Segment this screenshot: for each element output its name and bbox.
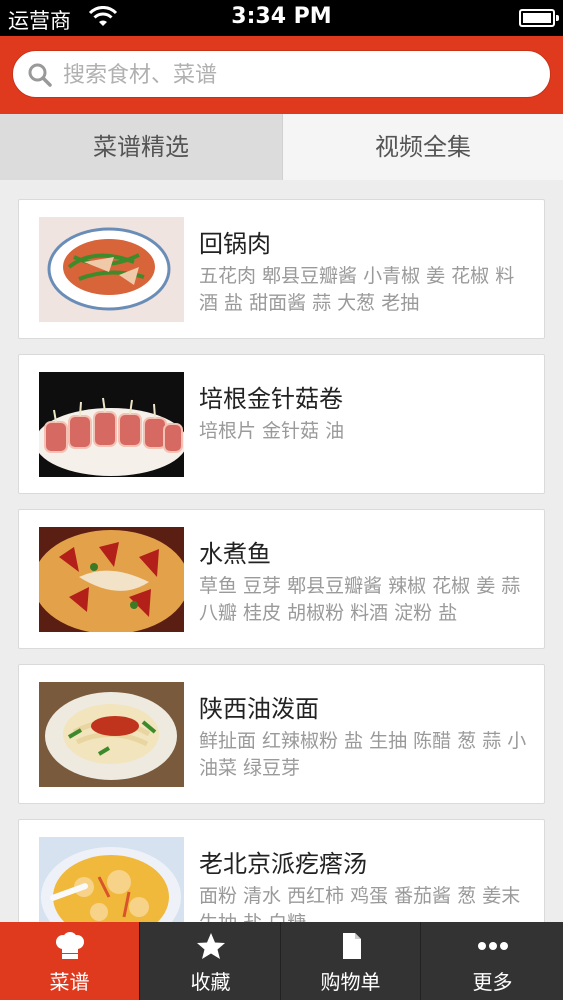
recipe-ingredients: 鲜扯面 红辣椒粉 盐 生抽 陈醋 葱 蒜 小油菜 绿豆芽 bbox=[199, 730, 527, 779]
tab-bar-more[interactable]: 更多 bbox=[422, 922, 563, 1000]
recipe-thumbnail bbox=[39, 527, 184, 632]
tab-bar-favorites[interactable]: 收藏 bbox=[141, 922, 281, 1000]
document-icon bbox=[342, 933, 361, 959]
recipe-card-bacon-enoki-rolls[interactable]: 培根金针菇卷 培根片 金针菇 油 bbox=[18, 354, 545, 494]
recipe-card-geda-soup[interactable]: 老北京派疙瘩汤 面粉 清水 西红柿 鸡蛋 番茄酱 葱 姜末 生抽 盐 白糖 bbox=[18, 819, 545, 922]
tab-bar-recipes[interactable]: 菜谱 bbox=[0, 922, 140, 1000]
more-dots-icon bbox=[477, 942, 508, 950]
recipe-ingredients: 面粉 清水 西红柿 鸡蛋 番茄酱 葱 姜末 生抽 盐 白糖 bbox=[199, 885, 521, 922]
recipe-list[interactable]: 回锅肉 五花肉 郫县豆瓣酱 小青椒 姜 花椒 料酒 盐 甜面酱 蒜 大葱 老抽 … bbox=[0, 181, 563, 922]
recipe-title: 水煮鱼 bbox=[199, 540, 271, 568]
recipe-card-shuizhuyu[interactable]: 水煮鱼 草鱼 豆芽 郫县豆瓣酱 辣椒 花椒 姜 蒜 八瓣 桂皮 胡椒粉 料酒 淀… bbox=[18, 509, 545, 649]
tab-bar-shopping-list[interactable]: 购物单 bbox=[281, 922, 421, 1000]
clock: 3:34 PM bbox=[231, 4, 332, 29]
bottom-tab-bar: 菜谱 收藏 购物单 更多 bbox=[0, 922, 563, 1000]
recipe-card-huiguorou[interactable]: 回锅肉 五花肉 郫县豆瓣酱 小青椒 姜 花椒 料酒 盐 甜面酱 蒜 大葱 老抽 bbox=[18, 199, 545, 339]
recipe-ingredients: 培根片 金针菇 油 bbox=[199, 420, 345, 442]
recipe-title: 老北京派疙瘩汤 bbox=[199, 850, 367, 878]
recipe-card-shaanxi-youpo-noodles[interactable]: 陕西油泼面 鲜扯面 红辣椒粉 盐 生抽 陈醋 葱 蒜 小油菜 绿豆芽 bbox=[18, 664, 545, 804]
star-icon bbox=[196, 933, 225, 959]
tab-featured-recipes[interactable]: 菜谱精选 bbox=[0, 114, 282, 180]
category-tabs: 菜谱精选 视频全集 bbox=[0, 114, 563, 180]
recipe-thumbnail bbox=[39, 682, 184, 787]
search-input[interactable] bbox=[63, 57, 533, 93]
recipe-ingredients: 五花肉 郫县豆瓣酱 小青椒 姜 花椒 料酒 盐 甜面酱 蒜 大葱 老抽 bbox=[199, 265, 515, 314]
tab-bar-label: 菜谱 bbox=[49, 970, 90, 994]
tab-bar-label: 更多 bbox=[472, 970, 513, 994]
tab-bar-label: 购物单 bbox=[320, 970, 381, 994]
search-header bbox=[0, 36, 563, 114]
recipe-title: 陕西油泼面 bbox=[199, 695, 319, 723]
chef-hat-icon bbox=[55, 932, 84, 959]
recipe-title: 回锅肉 bbox=[199, 230, 271, 258]
status-bar: 运营商 3:34 PM bbox=[0, 0, 563, 36]
recipe-thumbnail bbox=[39, 217, 184, 322]
recipe-thumbnail bbox=[39, 372, 184, 477]
search-bar[interactable] bbox=[12, 50, 551, 98]
recipe-thumbnail bbox=[39, 837, 184, 922]
tab-all-videos[interactable]: 视频全集 bbox=[282, 114, 563, 180]
tab-bar-label: 收藏 bbox=[190, 970, 231, 994]
search-icon bbox=[28, 63, 52, 87]
recipe-ingredients: 草鱼 豆芽 郫县豆瓣酱 辣椒 花椒 姜 蒜 八瓣 桂皮 胡椒粉 料酒 淀粉 盐 bbox=[199, 575, 521, 624]
battery-icon bbox=[519, 9, 559, 27]
recipe-title: 培根金针菇卷 bbox=[199, 385, 343, 413]
